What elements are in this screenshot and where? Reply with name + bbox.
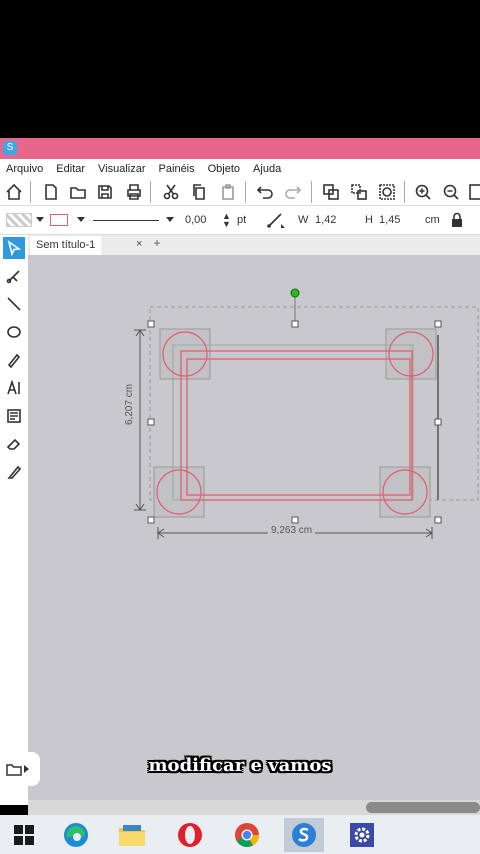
knife-tool-icon[interactable] (3, 461, 25, 483)
pen-tool-icon[interactable] (3, 349, 25, 371)
width-value[interactable]: 1,42 (315, 214, 336, 226)
tab-sem-titulo[interactable]: Sem título-1 (30, 236, 102, 255)
new-file-icon[interactable] (40, 181, 62, 203)
canvas-drawing (134, 288, 479, 539)
horizontal-scrollbar[interactable] (28, 800, 480, 815)
red-rectangle-inner (186, 358, 411, 496)
menu-arquivo[interactable]: Arquivo (6, 163, 43, 175)
tool-sidebar (0, 235, 28, 805)
unit-label: cm (425, 214, 440, 226)
home-icon[interactable] (3, 181, 25, 203)
corner-box (153, 466, 205, 518)
lock-icon[interactable] (450, 212, 464, 231)
toolbar-divider (150, 181, 151, 203)
cut-icon[interactable] (160, 181, 182, 203)
windows-taskbar (0, 815, 480, 854)
stepper-icon[interactable]: ▲ ▼ (222, 212, 231, 229)
height-label: H (365, 214, 373, 226)
toolbar-divider (30, 181, 31, 203)
chrome-browser-icon[interactable] (227, 818, 267, 852)
sketch-app-taskbar-icon[interactable] (284, 818, 324, 852)
document-tabs: Sem título-1 × + (28, 235, 480, 255)
zoom-fit-icon[interactable] (466, 181, 480, 203)
opera-browser-icon[interactable] (170, 818, 210, 852)
zoom-out-icon[interactable] (440, 181, 462, 203)
properties-bar: 0,00 ▲ ▼ pt W 1,42 H 1,45 cm (0, 206, 480, 235)
toolbar-divider (245, 181, 246, 203)
group-icon[interactable] (320, 181, 342, 203)
tab-close-icon[interactable]: × (136, 238, 142, 250)
menu-paineis[interactable]: Painéis (159, 163, 195, 175)
chevron-down-icon[interactable] (77, 217, 85, 222)
app-icon[interactable]: S (3, 141, 17, 155)
redo-icon[interactable] (282, 181, 304, 203)
add-tab-button[interactable]: + (150, 237, 164, 251)
title-bar: S (0, 138, 480, 159)
menu-objeto[interactable]: Objeto (208, 163, 240, 175)
chevron-down-icon[interactable] (166, 217, 174, 222)
menu-ajuda[interactable]: Ajuda (253, 163, 281, 175)
scrollbar-thumb[interactable] (366, 802, 480, 813)
eraser-icon[interactable] (3, 433, 25, 455)
line-tool-icon[interactable] (3, 293, 25, 315)
select-arrow-icon[interactable] (3, 237, 25, 259)
shape-tool-icon[interactable] (3, 321, 25, 343)
windows-start-icon[interactable] (4, 818, 44, 852)
settings-gear-icon[interactable] (342, 818, 382, 852)
node-edit-icon[interactable] (3, 265, 25, 287)
width-dimension-label: 9,263 cm (268, 525, 316, 536)
fill-swatch[interactable] (6, 213, 32, 227)
chevron-down-icon[interactable] (36, 217, 44, 222)
open-folder-icon[interactable] (67, 181, 89, 203)
save-icon[interactable] (94, 181, 116, 203)
menu-visualizar[interactable]: Visualizar (98, 163, 146, 175)
file-explorer-icon[interactable] (112, 818, 152, 852)
main-toolbar (0, 178, 480, 206)
copy-icon[interactable] (188, 181, 210, 203)
toolbar-divider (404, 181, 405, 203)
weld-icon[interactable] (376, 181, 398, 203)
video-caption: modificar e vamos (148, 755, 332, 776)
line-style-preview[interactable] (93, 220, 159, 221)
menu-editar[interactable]: Editar (56, 163, 85, 175)
screen: S Arquivo Editar Visualizar Painéis Obje… (0, 0, 480, 854)
print-icon[interactable] (123, 181, 145, 203)
toolbar-divider (311, 181, 312, 203)
rotation-handle (290, 288, 300, 298)
menu-bar: Arquivo Editar Visualizar Painéis Objeto… (0, 159, 480, 178)
stroke-swatch[interactable] (50, 214, 68, 226)
width-label: W (298, 214, 309, 226)
ungroup-icon[interactable] (348, 181, 370, 203)
zoom-in-icon[interactable] (412, 181, 434, 203)
corner-box (385, 328, 437, 380)
drawing-canvas[interactable]: 6,207 cm 9,263 cm (28, 255, 480, 805)
edge-browser-icon[interactable] (56, 818, 96, 852)
stroke-unit: pt (237, 214, 247, 226)
corner-box (159, 328, 211, 380)
paste-icon[interactable] (217, 181, 239, 203)
undo-icon[interactable] (254, 181, 276, 203)
stroke-width-value[interactable]: 0,00 (185, 214, 206, 226)
line-tool-icon[interactable] (266, 211, 286, 232)
red-rectangle-outer (180, 350, 413, 501)
height-dimension-label: 6,207 cm (124, 381, 135, 427)
text-tool-icon[interactable] (3, 377, 25, 399)
corner-box (379, 466, 431, 518)
height-value[interactable]: 1,45 (379, 214, 400, 226)
text-block-icon[interactable] (3, 405, 25, 427)
